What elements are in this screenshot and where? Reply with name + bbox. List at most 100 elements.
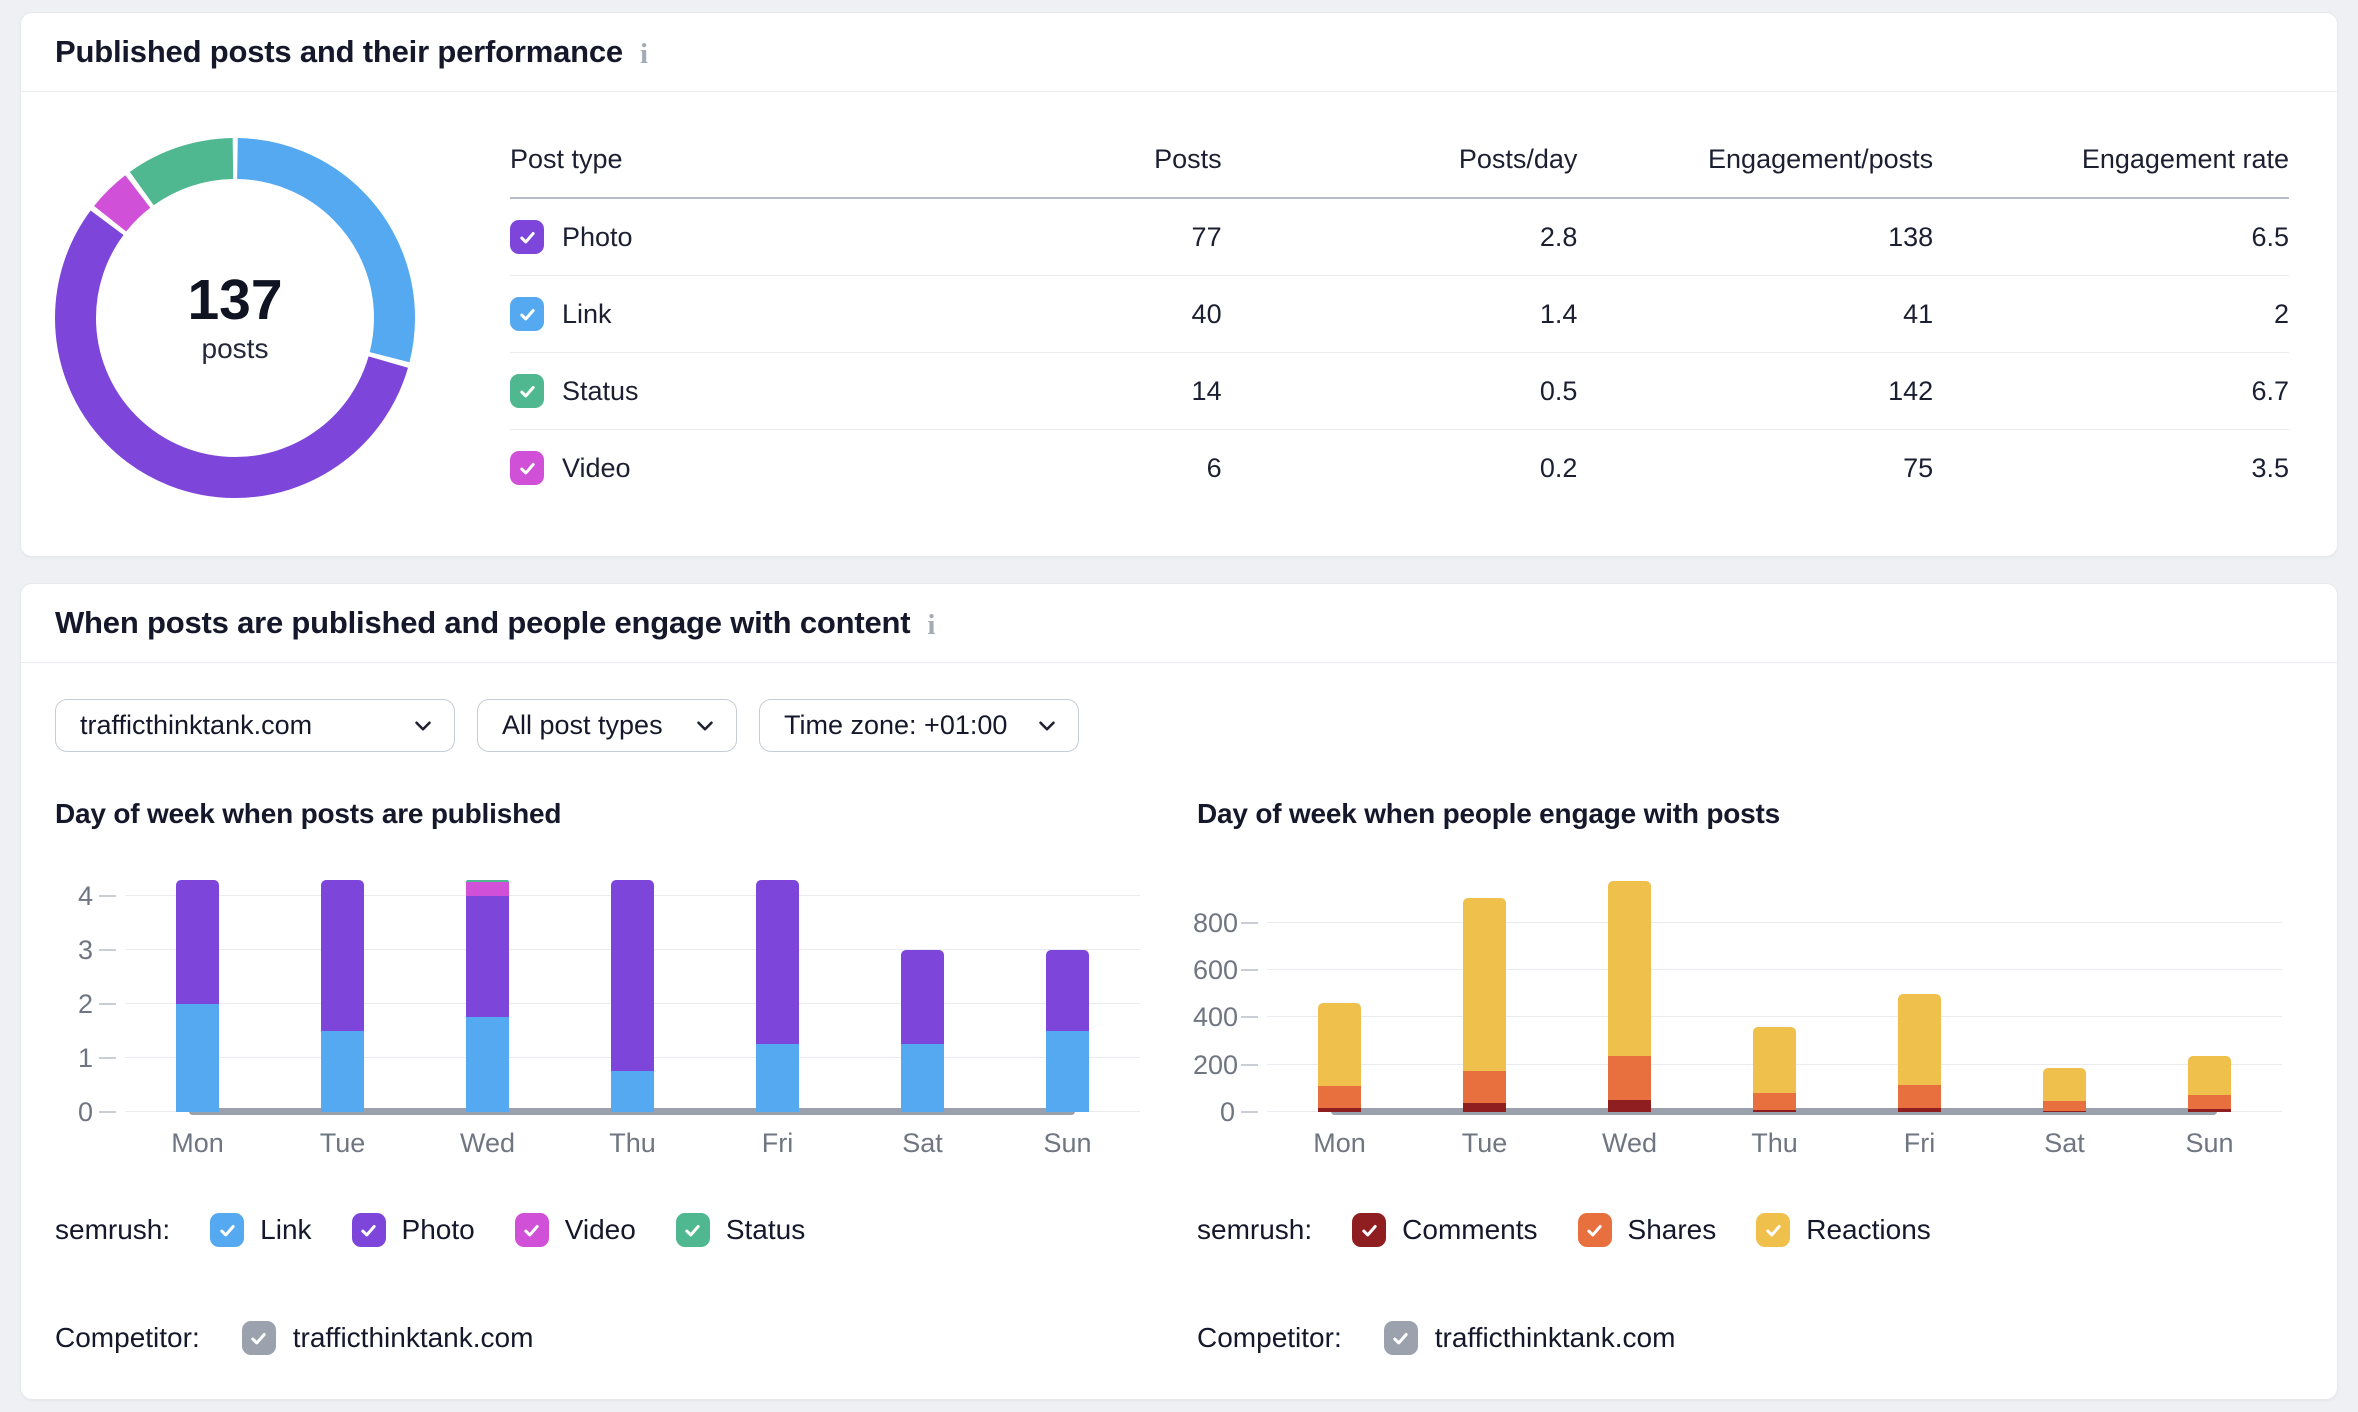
bar-segment-link-thu[interactable] [611, 1071, 654, 1112]
column-header-posts: Posts [955, 130, 1222, 198]
bar-mon[interactable] [176, 880, 219, 1112]
bar-segment-reactions-wed[interactable] [1608, 881, 1651, 1056]
competitor-checkbox[interactable] [1384, 1321, 1418, 1355]
competitor-checkbox[interactable] [242, 1321, 276, 1355]
legend-photo-checkbox[interactable] [352, 1213, 386, 1247]
post-type-donut-chart: 137 posts [55, 138, 415, 498]
chevron-down-icon [692, 713, 718, 739]
checkmark-icon [1763, 1220, 1784, 1241]
bar-segment-photo-sat[interactable] [901, 950, 944, 1045]
bar-segment-photo-mon[interactable] [176, 880, 219, 1004]
bar-segment-shares-mon[interactable] [1318, 1086, 1361, 1108]
bar-segment-comments-fri[interactable] [1898, 1108, 1941, 1112]
posts-per-day-cell: 1.4 [1222, 276, 1578, 353]
bar-mon[interactable] [1318, 1003, 1361, 1112]
post-type-label: Photo [562, 222, 633, 253]
legend-item-status: Status [676, 1213, 805, 1247]
bar-segment-comments-thu[interactable] [1753, 1110, 1796, 1112]
bar-fri[interactable] [756, 880, 799, 1112]
posts-per-day-cell: 0.5 [1222, 353, 1578, 430]
bar-segment-reactions-fri[interactable] [1898, 994, 1941, 1085]
bar-segment-comments-mon[interactable] [1318, 1108, 1361, 1112]
bar-segment-comments-sat[interactable] [2043, 1111, 2086, 1112]
bar-segment-shares-sat[interactable] [2043, 1101, 2086, 1111]
bar-segment-link-wed[interactable] [466, 1017, 509, 1112]
engagement-per-post-cell: 138 [1577, 198, 1933, 276]
engagement-competitor-row: Competitor: trafficthinktank.com [1197, 1321, 2289, 1355]
bar-segment-video-wed[interactable] [466, 882, 509, 896]
bar-segment-photo-sun[interactable] [1046, 950, 1089, 1031]
bar-wed[interactable] [1608, 881, 1651, 1112]
bar-segment-reactions-sat[interactable] [2043, 1068, 2086, 1101]
legend-label: Video [565, 1214, 636, 1246]
y-axis-label: 0 [1193, 1099, 1235, 1125]
status-checkbox[interactable] [510, 374, 544, 408]
legend-link-checkbox[interactable] [210, 1213, 244, 1247]
legend-status-checkbox[interactable] [676, 1213, 710, 1247]
bar-segment-shares-fri[interactable] [1898, 1085, 1941, 1109]
info-icon[interactable]: i [640, 36, 648, 69]
bar-segment-photo-wed[interactable] [466, 896, 509, 1018]
bar-wed[interactable] [466, 880, 509, 1112]
bar-segment-shares-tue[interactable] [1463, 1071, 1506, 1103]
competitor-label: Competitor: [55, 1322, 200, 1354]
bar-segment-shares-wed[interactable] [1608, 1056, 1651, 1100]
bar-segment-comments-sun[interactable] [2188, 1109, 2231, 1112]
bar-tue[interactable] [321, 880, 364, 1112]
competitor-item: trafficthinktank.com [1384, 1321, 1676, 1355]
bar-segment-link-sat[interactable] [901, 1044, 944, 1112]
bar-segment-reactions-thu[interactable] [1753, 1027, 1796, 1093]
bar-segment-link-fri[interactable] [756, 1044, 799, 1112]
legend-reactions-checkbox[interactable] [1756, 1213, 1790, 1247]
bar-segment-link-sun[interactable] [1046, 1031, 1089, 1112]
x-axis-label-thu: Thu [560, 1128, 705, 1159]
panel1-title: Published posts and their performance [55, 34, 623, 70]
photo-checkbox[interactable] [510, 220, 544, 254]
timezone-select[interactable]: Time zone: +01:00 [759, 699, 1079, 752]
bar-sat[interactable] [2043, 1068, 2086, 1112]
bar-segment-photo-fri[interactable] [756, 880, 799, 1045]
bar-segment-shares-thu[interactable] [1753, 1093, 1796, 1110]
bar-segment-reactions-tue[interactable] [1463, 898, 1506, 1071]
x-axis-label-sun: Sun [2137, 1128, 2282, 1159]
post-type-table: Post typePostsPosts/dayEngagement/postsE… [510, 130, 2289, 506]
bar-segment-link-tue[interactable] [321, 1031, 364, 1112]
link-checkbox[interactable] [510, 297, 544, 331]
bar-sat[interactable] [901, 950, 944, 1112]
bar-segment-link-mon[interactable] [176, 1004, 219, 1112]
profile-select[interactable]: trafficthinktank.com [55, 699, 455, 752]
y-axis-tick [99, 1057, 116, 1059]
bar-thu[interactable] [611, 880, 654, 1112]
post-type-select[interactable]: All post types [477, 699, 737, 752]
bar-segment-comments-wed[interactable] [1608, 1100, 1651, 1112]
y-axis-label: 1 [51, 1045, 93, 1071]
bar-sun[interactable] [2188, 1056, 2231, 1112]
bar-segment-reactions-mon[interactable] [1318, 1003, 1361, 1086]
column-header-engagement-posts: Engagement/posts [1577, 130, 1933, 198]
bar-segment-comments-tue[interactable] [1463, 1103, 1506, 1112]
legend-comments-checkbox[interactable] [1352, 1213, 1386, 1247]
bar-segment-photo-thu[interactable] [611, 880, 654, 1072]
y-axis-tick [1241, 969, 1258, 971]
bar-slot [995, 866, 1140, 1112]
posts-per-day-cell: 2.8 [1222, 198, 1578, 276]
bar-thu[interactable] [1753, 1027, 1796, 1112]
bar-tue[interactable] [1463, 898, 1506, 1112]
y-axis-label: 2 [51, 991, 93, 1017]
legend-video-checkbox[interactable] [515, 1213, 549, 1247]
checkmark-icon [1359, 1220, 1380, 1241]
bar-fri[interactable] [1898, 994, 1941, 1112]
info-icon[interactable]: i [927, 607, 935, 640]
bar-sun[interactable] [1046, 950, 1089, 1112]
legend-shares-checkbox[interactable] [1578, 1213, 1612, 1247]
checkmark-icon [217, 1220, 238, 1241]
legend-item-comments: Comments [1352, 1213, 1537, 1247]
bar-segment-reactions-sun[interactable] [2188, 1056, 2231, 1096]
panel-publish-engage: When posts are published and people enga… [20, 583, 2338, 1400]
table-row-status: Status140.51426.7 [510, 353, 2289, 430]
video-checkbox[interactable] [510, 451, 544, 485]
bar-slot [415, 866, 560, 1112]
bar-segment-shares-sun[interactable] [2188, 1095, 2231, 1109]
bar-segment-photo-tue[interactable] [321, 880, 364, 1031]
engagement-rate-cell: 2 [1933, 276, 2289, 353]
